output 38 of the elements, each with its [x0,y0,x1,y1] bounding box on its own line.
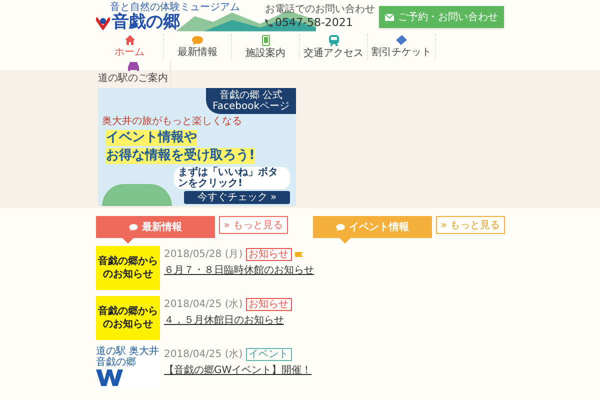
nav-item[interactable]: 施設案内 [232,34,300,60]
logo-tagline: 音と自然の体験ミュージアム [110,2,240,13]
speech-bubble-icon [128,224,138,230]
banner-lead: 奥大井の旅がもっと楽しくなる [102,116,242,128]
nav-item[interactable]: 最新情報 [164,34,232,60]
post-date: 2018/04/25 (水) [164,298,243,310]
notice-thumbnail[interactable]: 音戯の郷からのお知らせ [96,296,160,340]
thumbnail-caption: 道の駅 奥大井音戯の郷 [96,346,160,368]
facebook-banner[interactable]: 音戯の郷 公式 Facebookページ 奥大井の旅がもっと楽しくなる イベント情報や お得な情報を受け取ろう! まずは「いいね」ボタンをクリック! 今すぐチェック » [98,88,296,206]
phone-icon [265,18,273,26]
badge-text: 音戯の郷 公式 [219,90,283,101]
badge-text: Facebookページ [212,101,290,112]
phone-number: 0547-58-2021 [275,16,353,29]
post-title-link[interactable]: ４，５月休館日のお知らせ [164,315,292,327]
banner-headline: お得な情報を受け取ろう! [106,148,255,164]
post-tag: イベント [246,348,292,361]
nav-item[interactable]: 交通アクセス [300,34,368,60]
section-title: イベント情報 [348,220,409,234]
logo-text[interactable]: 音戯の郷 [112,13,180,32]
event-thumbnail[interactable]: 道の駅 奥大井音戯の郷 [96,346,160,390]
banner-headline: イベント情報や [106,130,197,146]
post-date: 2018/05/28 (月) [164,248,243,260]
logo-icon [96,16,110,30]
letter-w-logo-drawing [96,368,126,386]
mail-icon [385,14,394,20]
nav-item[interactable]: ホーム [96,34,164,60]
notice-thumbnail[interactable]: 音戯の郷からのお知らせ [96,246,160,290]
check-now-button[interactable]: 今すぐチェック » [184,191,290,204]
post-tag: お知らせ [246,298,292,311]
post-title-link[interactable]: 【音戯の郷GWイベント】開催！ [164,365,312,377]
post-title-link[interactable]: ６月７・８日臨時休館のお知らせ [164,265,314,277]
nav-item[interactable]: 割引チケット [368,34,436,60]
post-date: 2018/04/25 (水) [164,348,243,360]
post-tag: お知らせ [246,248,292,261]
speech-bubble-icon [336,224,345,230]
like-prompt: まずは「いいね」ボタンをクリック! [174,167,290,189]
section-title: 最新情報 [142,220,182,234]
hill-drawing [102,184,172,206]
